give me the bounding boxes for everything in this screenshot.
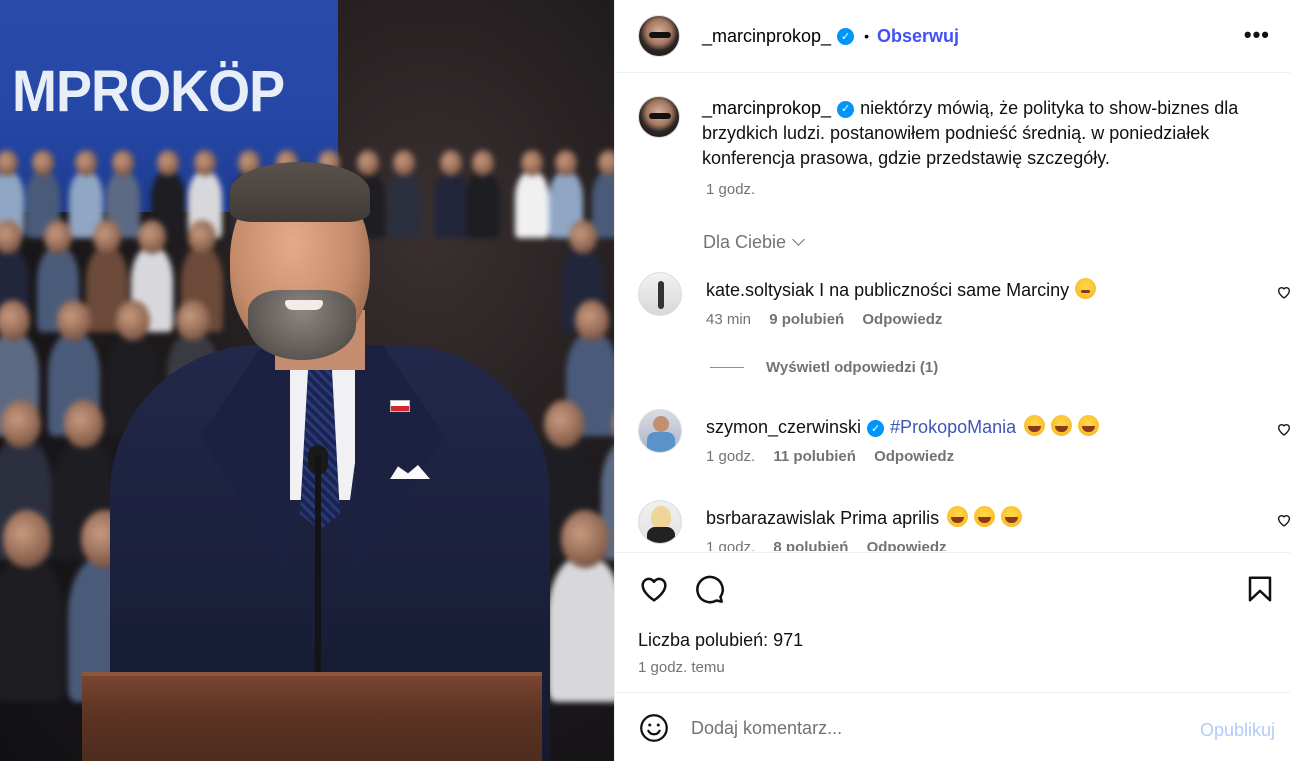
- caption-author-avatar[interactable]: [638, 96, 680, 138]
- chevron-down-icon: [792, 233, 805, 246]
- commenter-avatar[interactable]: [638, 500, 682, 544]
- audience-member-head: [0, 150, 18, 177]
- publish-button[interactable]: Opublikuj: [1200, 720, 1275, 741]
- author-avatar[interactable]: [638, 15, 680, 57]
- audience-member-head: [0, 400, 41, 448]
- like-heart-icon[interactable]: [637, 573, 671, 605]
- post-timestamp[interactable]: 1 godz. temu: [638, 659, 725, 676]
- comment-like-heart-icon[interactable]: [1276, 512, 1290, 528]
- reply-button[interactable]: Odpowiedz: [867, 539, 947, 551]
- commenter-username[interactable]: bsrbarazawislak: [706, 508, 835, 528]
- commenter-avatar[interactable]: [638, 272, 682, 316]
- comment-meta: 1 godz. 11 polubień Odpowiedz: [706, 448, 968, 465]
- audience-member-head: [2, 510, 51, 568]
- comment-meta: 1 godz. 8 polubień Odpowiedz: [706, 539, 961, 551]
- view-replies-label: Wyświetl odpowiedzi (1): [766, 359, 939, 376]
- comment-time[interactable]: 1 godz.: [706, 539, 755, 551]
- hashtag-link[interactable]: #ProkopoMania: [890, 417, 1016, 437]
- audience-member-head: [0, 220, 22, 254]
- comment-text-line: kate.soltysiak I na publiczności same Ma…: [706, 278, 1097, 301]
- caption-username[interactable]: _marcinprokop_: [702, 98, 831, 118]
- header-separator: •: [864, 28, 869, 44]
- comment-likes[interactable]: 9 polubień: [769, 311, 844, 328]
- comment-sort-dropdown[interactable]: Dla Ciebie: [703, 232, 805, 253]
- verified-badge-icon: ✓: [867, 419, 885, 437]
- comment-text-line: bsrbarazawislak Prima aprilis: [706, 506, 1023, 529]
- audience-member-head: [568, 220, 597, 254]
- audience-member-head: [0, 300, 31, 341]
- microphone-stand: [315, 455, 321, 695]
- comment-text: I na publiczności same Marciny: [819, 280, 1070, 300]
- verified-badge-icon: ✓: [837, 100, 855, 118]
- more-options-icon[interactable]: •••: [1244, 22, 1270, 48]
- comment-text-line: szymon_czerwinski ✓ #ProkopoMania: [706, 415, 1100, 438]
- audience-member-head: [56, 300, 91, 341]
- post-actions-bar: Liczba polubień: 971 1 godz. temu: [615, 552, 1290, 692]
- speaker-smile: [285, 300, 323, 310]
- audience-member-body: [547, 558, 614, 702]
- post-header: _marcinprokop_ ✓ • Obserwuj •••: [615, 0, 1290, 73]
- verified-badge-icon: ✓: [837, 27, 855, 45]
- comment-like-heart-icon[interactable]: [1276, 284, 1290, 300]
- instagram-post-dialog: MPROKÖP _marcinprokop_ ✓ • Obserwuj ••• …: [0, 0, 1290, 761]
- podium: [82, 672, 542, 761]
- comment-likes[interactable]: 8 polubień: [773, 539, 848, 551]
- audience-member-head: [597, 150, 614, 177]
- commenter-avatar[interactable]: [638, 409, 682, 453]
- post-side-panel: _marcinprokop_ ✓ • Obserwuj ••• _marcinp…: [614, 0, 1290, 761]
- likes-count[interactable]: Liczba polubień: 971: [638, 630, 803, 651]
- post-image: MPROKÖP: [0, 0, 614, 761]
- flag-pin: [390, 400, 410, 412]
- audience-member-head: [75, 150, 98, 177]
- post-caption: _marcinprokop_ ✓ niektórzy mówią, że polit…: [638, 96, 1262, 171]
- audience-member-body: [0, 558, 64, 702]
- caption-timestamp[interactable]: 1 godz.: [706, 181, 755, 198]
- replies-divider-line: [710, 367, 744, 368]
- comment-text: Prima aprilis: [840, 508, 940, 528]
- laughing-emoji-icon: [947, 506, 969, 527]
- audience-member-head: [64, 400, 105, 448]
- banner-logo-text: MPROKÖP: [12, 58, 285, 124]
- audience-member-head: [560, 510, 609, 568]
- audience-member-head: [544, 400, 585, 448]
- commenter-username[interactable]: kate.soltysiak: [706, 280, 814, 300]
- comments-scroll-area[interactable]: _marcinprokop_ ✓ niektórzy mówią, że polit…: [615, 74, 1290, 551]
- comment-time[interactable]: 43 min: [706, 311, 751, 328]
- comment-input[interactable]: [691, 715, 1171, 741]
- smirk-emoji-icon: [1075, 278, 1097, 299]
- audience-member-head: [32, 150, 55, 177]
- comment-bubble-icon[interactable]: [692, 573, 726, 605]
- reply-button[interactable]: Odpowiedz: [874, 448, 954, 465]
- sort-label: Dla Ciebie: [703, 232, 787, 252]
- audience-member-head: [44, 220, 73, 254]
- follow-button[interactable]: Obserwuj: [877, 26, 959, 47]
- author-username[interactable]: _marcinprokop_: [702, 26, 831, 47]
- comment-meta: 43 min 9 polubień Odpowiedz: [706, 311, 956, 328]
- comment-like-heart-icon[interactable]: [1276, 421, 1290, 437]
- laughing-emoji-icon: [1024, 415, 1046, 436]
- audience-member-head: [575, 300, 610, 341]
- commenter-username[interactable]: szymon_czerwinski: [706, 417, 861, 437]
- laughing-emoji-icon: [1051, 415, 1073, 436]
- caption-text-block: _marcinprokop_ ✓ niektórzy mówią, że polit…: [702, 96, 1262, 171]
- save-bookmark-icon[interactable]: [1245, 573, 1275, 605]
- comment-composer: Opublikuj: [615, 692, 1290, 761]
- comment-time[interactable]: 1 godz.: [706, 448, 755, 465]
- comment-likes[interactable]: 11 polubień: [773, 448, 856, 465]
- speaker-hair: [230, 162, 370, 222]
- reply-button[interactable]: Odpowiedz: [862, 311, 942, 328]
- laughing-emoji-icon: [1078, 415, 1100, 436]
- laughing-emoji-icon: [974, 506, 996, 527]
- audience-member-head: [555, 150, 578, 177]
- view-replies-button[interactable]: Wyświetl odpowiedzi (1): [710, 359, 938, 376]
- emoji-picker-icon[interactable]: [639, 713, 669, 743]
- laughing-emoji-icon: [1001, 506, 1023, 527]
